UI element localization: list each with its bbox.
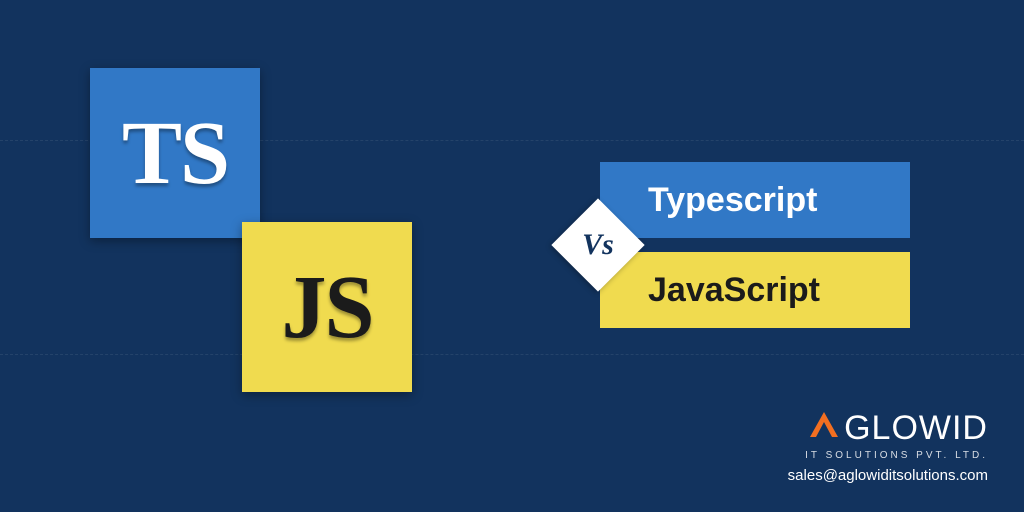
javascript-logo-text: JS [281, 256, 372, 359]
brand-name: GLOWID [844, 409, 988, 448]
typescript-label-bar: Typescript [600, 162, 910, 238]
vs-text: Vs [565, 212, 631, 278]
typescript-logo-text: TS [122, 102, 228, 205]
javascript-logo-tile: JS [242, 222, 412, 392]
guide-line [0, 354, 1024, 355]
brand-email: sales@aglowiditsolutions.com [788, 467, 988, 484]
brand-block: GLOWID IT SOLUTIONS PVT. LTD. sales@aglo… [788, 409, 988, 484]
brand-logo-icon [808, 411, 840, 444]
brand-subtitle: IT SOLUTIONS PVT. LTD. [788, 450, 988, 461]
typescript-label: Typescript [648, 181, 817, 220]
javascript-label-bar: JavaScript [600, 252, 910, 328]
typescript-logo-tile: TS [90, 68, 260, 238]
vs-badge: Vs [565, 212, 631, 278]
javascript-label: JavaScript [648, 271, 820, 310]
